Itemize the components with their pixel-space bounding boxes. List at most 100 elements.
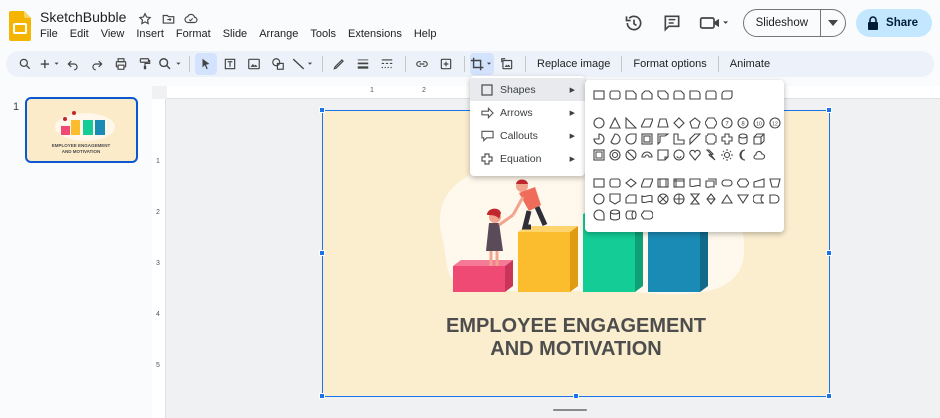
slideshow-button[interactable]: Slideshow xyxy=(742,9,847,37)
menu-view[interactable]: View xyxy=(95,28,131,40)
text-box-icon[interactable] xyxy=(219,53,241,75)
menu-item-shapes[interactable]: Shapes ▶ xyxy=(470,78,585,101)
speaker-notes-handle[interactable] xyxy=(553,409,587,411)
flowchart-delay-icon[interactable] xyxy=(767,191,783,207)
meet-camera-icon[interactable] xyxy=(697,10,731,36)
flowchart-alternate-process-icon[interactable] xyxy=(607,175,623,191)
parallelogram-shape-icon[interactable] xyxy=(639,115,655,131)
dodecagon-shape-icon[interactable]: 12 xyxy=(767,115,783,131)
resize-handle[interactable] xyxy=(319,250,325,256)
slides-logo-icon[interactable] xyxy=(9,11,31,41)
document-title[interactable]: SketchBubble xyxy=(40,9,126,25)
snip-two-corner-shape-icon[interactable] xyxy=(639,87,655,103)
menu-item-arrows[interactable]: Arrows ▶ xyxy=(470,101,585,124)
plaque-shape-icon[interactable] xyxy=(703,131,719,147)
pentagon-shape-icon[interactable] xyxy=(687,115,703,131)
flowchart-multidocument-icon[interactable] xyxy=(703,175,719,191)
cloud-status-icon[interactable] xyxy=(182,10,200,28)
flowchart-punched-tape-icon[interactable] xyxy=(639,191,655,207)
resize-handle[interactable] xyxy=(573,393,579,399)
new-slide-icon[interactable] xyxy=(38,53,60,75)
round-diagonal-shape-icon[interactable] xyxy=(719,87,735,103)
flowchart-offpage-connector-icon[interactable] xyxy=(607,191,623,207)
line-icon[interactable] xyxy=(291,53,315,75)
move-to-folder-icon[interactable] xyxy=(159,10,177,28)
hexagon-shape-icon[interactable] xyxy=(703,115,719,131)
no-symbol-shape-icon[interactable] xyxy=(623,147,639,163)
flowchart-internal-storage-icon[interactable] xyxy=(671,175,687,191)
half-frame-shape-icon[interactable] xyxy=(655,131,671,147)
snip-diagonal-shape-icon[interactable] xyxy=(655,87,671,103)
oval-shape-icon[interactable] xyxy=(591,115,607,131)
pie-shape-icon[interactable] xyxy=(591,131,607,147)
cloud-shape-icon[interactable] xyxy=(751,147,767,163)
flowchart-predefined-process-icon[interactable] xyxy=(655,175,671,191)
flowchart-card-icon[interactable] xyxy=(623,191,639,207)
flowchart-data-icon[interactable] xyxy=(639,175,655,191)
rounded-rect-shape-icon[interactable] xyxy=(607,87,623,103)
lightning-shape-icon[interactable] xyxy=(703,147,719,163)
version-history-icon[interactable] xyxy=(621,10,647,36)
resize-handle[interactable] xyxy=(826,393,832,399)
flowchart-collate-icon[interactable] xyxy=(687,191,703,207)
zoom-icon[interactable] xyxy=(158,53,182,75)
search-menus-icon[interactable] xyxy=(14,53,36,75)
folded-corner-shape-icon[interactable] xyxy=(655,147,671,163)
teardrop-shape-icon[interactable] xyxy=(623,131,639,147)
plus-shape-icon[interactable] xyxy=(719,131,735,147)
menu-file[interactable]: File xyxy=(34,28,64,40)
comments-icon[interactable] xyxy=(659,10,685,36)
slideshow-label[interactable]: Slideshow xyxy=(744,10,822,36)
menu-extensions[interactable]: Extensions xyxy=(342,28,408,40)
border-weight-icon[interactable] xyxy=(352,53,374,75)
flowchart-sort-icon[interactable] xyxy=(703,191,719,207)
bevel-shape-icon[interactable] xyxy=(591,147,607,163)
flowchart-preparation-icon[interactable] xyxy=(735,175,751,191)
menu-insert[interactable]: Insert xyxy=(130,28,170,40)
animate-button[interactable]: Animate xyxy=(724,58,776,70)
flowchart-document-icon[interactable] xyxy=(687,175,703,191)
chevron-down-icon[interactable] xyxy=(821,10,845,36)
paint-format-icon[interactable] xyxy=(134,53,156,75)
flowchart-process-icon[interactable] xyxy=(591,175,607,191)
resize-handle[interactable] xyxy=(826,250,832,256)
round-snip-shape-icon[interactable] xyxy=(671,87,687,103)
resize-handle[interactable] xyxy=(319,107,325,113)
border-dash-icon[interactable] xyxy=(376,53,398,75)
flowchart-display-icon[interactable] xyxy=(639,207,655,223)
round-two-corner-shape-icon[interactable] xyxy=(703,87,719,103)
can-shape-icon[interactable] xyxy=(735,131,751,147)
flowchart-stored-data-icon[interactable] xyxy=(751,191,767,207)
round-one-corner-shape-icon[interactable] xyxy=(687,87,703,103)
l-shape-icon[interactable] xyxy=(671,131,687,147)
flowchart-extract-icon[interactable] xyxy=(719,191,735,207)
chord-shape-icon[interactable] xyxy=(607,131,623,147)
menu-format[interactable]: Format xyxy=(170,28,217,40)
undo-icon[interactable] xyxy=(62,53,84,75)
border-color-icon[interactable] xyxy=(328,53,350,75)
trapezoid-shape-icon[interactable] xyxy=(655,115,671,131)
triangle-shape-icon[interactable] xyxy=(607,115,623,131)
frame-shape-icon[interactable] xyxy=(639,131,655,147)
print-icon[interactable] xyxy=(110,53,132,75)
diagonal-stripe-shape-icon[interactable] xyxy=(687,131,703,147)
flowchart-or-icon[interactable] xyxy=(671,191,687,207)
redo-icon[interactable] xyxy=(86,53,108,75)
flowchart-summing-junction-icon[interactable] xyxy=(655,191,671,207)
right-triangle-shape-icon[interactable] xyxy=(623,115,639,131)
add-comment-icon[interactable] xyxy=(435,53,457,75)
sun-shape-icon[interactable] xyxy=(719,147,735,163)
diamond-shape-icon[interactable] xyxy=(671,115,687,131)
image-icon[interactable] xyxy=(243,53,265,75)
snip-corner-shape-icon[interactable] xyxy=(623,87,639,103)
flowchart-terminator-icon[interactable] xyxy=(719,175,735,191)
menu-item-callouts[interactable]: Callouts ▶ xyxy=(470,124,585,147)
slide-title-line2[interactable]: AND MOTIVATION xyxy=(490,338,661,360)
moon-shape-icon[interactable] xyxy=(735,147,751,163)
reset-image-icon[interactable] xyxy=(496,53,518,75)
flowchart-direct-access-storage-icon[interactable] xyxy=(623,207,639,223)
decagon-shape-icon[interactable]: 10 xyxy=(751,115,767,131)
insert-link-icon[interactable] xyxy=(411,53,433,75)
flowchart-decision-icon[interactable] xyxy=(623,175,639,191)
rectangle-shape-icon[interactable] xyxy=(591,87,607,103)
